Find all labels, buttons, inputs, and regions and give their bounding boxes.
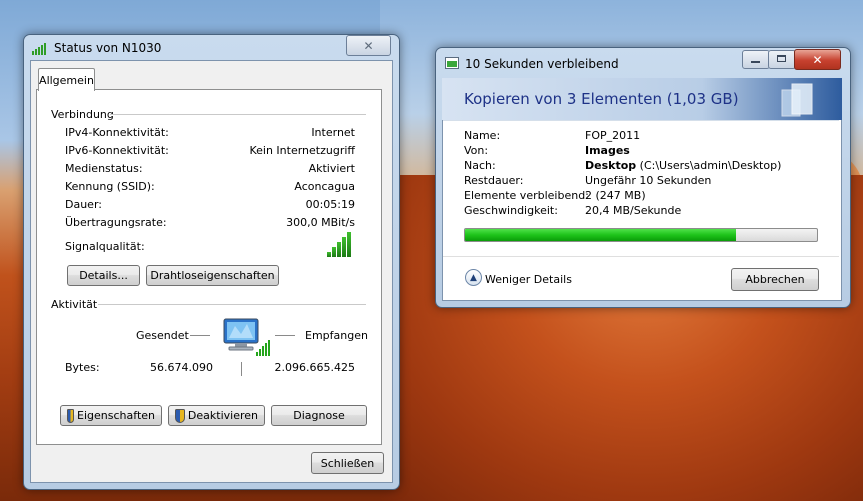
copy-icon (445, 57, 459, 69)
minimize-button[interactable] (742, 50, 770, 69)
connection-heading: Verbindung (51, 108, 114, 121)
to-value-name: Desktop (585, 159, 637, 172)
media-status-label: Medienstatus: (65, 162, 143, 175)
to-label: Nach: (464, 159, 496, 172)
network-computer-icon (221, 316, 271, 358)
ssid-label: Kennung (SSID): (65, 180, 155, 193)
deactivate-button-label: Deaktivieren (187, 409, 258, 422)
ipv4-label: IPv4-Konnektivität: (65, 126, 169, 139)
duration-label: Dauer: (65, 198, 102, 211)
sent-line (190, 335, 210, 336)
details-button[interactable]: Details... (67, 265, 140, 286)
properties-button-label: Eigenschaften (77, 409, 155, 422)
wifi-icon (32, 43, 48, 55)
copy-progress-bar (464, 228, 818, 242)
items-remaining-value: 2 (247 MB) (585, 189, 646, 202)
document-stack-icon (781, 83, 813, 117)
bytes-sent-value: 56.674.090 (150, 361, 213, 374)
signal-strength-icon (327, 232, 351, 257)
close-icon: ✕ (812, 52, 823, 67)
connection-separator (110, 114, 366, 116)
received-line (275, 335, 295, 336)
transfer-rate-value: 300,0 MBit/s (286, 216, 355, 229)
close-button[interactable]: Schließen (311, 452, 384, 474)
close-icon: ✕ (363, 38, 374, 53)
deactivate-button[interactable]: Deaktivieren (168, 405, 265, 426)
fewer-details-link[interactable]: Weniger Details (485, 273, 572, 286)
ssid-value: Aconcagua (294, 180, 355, 193)
maximize-icon (777, 55, 786, 62)
status-window-title: Status von N1030 (54, 41, 162, 55)
remaining-label: Restdauer: (464, 174, 524, 187)
activity-separator (98, 304, 366, 306)
from-value[interactable]: Images (585, 144, 630, 157)
copy-header-separator (443, 120, 839, 121)
cancel-button[interactable]: Abbrechen (731, 268, 819, 291)
received-label: Empfangen (305, 329, 368, 342)
diagnose-button[interactable]: Diagnose (271, 405, 367, 426)
copy-heading: Kopieren von 3 Elementen (1,03 GB) (464, 90, 739, 108)
uac-shield-icon (67, 408, 75, 423)
remaining-value: Ungefähr 10 Sekunden (585, 174, 712, 187)
ipv6-value: Kein Internetzugriff (249, 144, 355, 157)
from-label: Von: (464, 144, 489, 157)
ipv4-value: Internet (311, 126, 355, 139)
media-status-value: Aktiviert (308, 162, 355, 175)
activity-heading: Aktivität (51, 298, 98, 311)
bytes-received-value: 2.096.665.425 (274, 361, 355, 374)
activity-divider (241, 362, 242, 376)
copy-window-title: 10 Sekunden verbleibend (465, 57, 619, 71)
bytes-label: Bytes: (65, 361, 100, 374)
signal-quality-label: Signalqualität: (65, 240, 145, 253)
name-value: FOP_2011 (585, 129, 641, 142)
speed-label: Geschwindigkeit: (464, 204, 558, 217)
minimize-icon (751, 61, 760, 63)
copy-progress-fill (465, 229, 737, 241)
properties-button[interactable]: Eigenschaften (60, 405, 162, 426)
sent-label: Gesendet (136, 329, 189, 342)
status-close-button[interactable]: ✕ (346, 35, 391, 56)
speed-value: 20,4 MB/Sekunde (585, 204, 682, 217)
to-value[interactable]: Desktop (C:\Users\admin\Desktop) (585, 159, 781, 172)
copy-close-button[interactable]: ✕ (794, 49, 841, 70)
ipv6-label: IPv6-Konnektivität: (65, 144, 169, 157)
uac-shield-icon (175, 408, 185, 423)
status-titlebar[interactable]: Status von N1030 (24, 35, 399, 61)
transfer-rate-label: Übertragungsrate: (65, 216, 167, 229)
chevron-up-icon[interactable]: ▲ (465, 269, 482, 286)
items-remaining-label: Elemente verbleibend: (464, 189, 589, 202)
copy-footer-separator (443, 256, 839, 257)
wireless-properties-button[interactable]: Drahtloseigenschaften (146, 265, 279, 286)
name-label: Name: (464, 129, 501, 142)
tab-general[interactable]: Allgemein (38, 68, 95, 91)
maximize-button[interactable] (768, 50, 796, 69)
duration-value: 00:05:19 (305, 198, 355, 211)
to-value-path: (C:\Users\admin\Desktop) (639, 159, 782, 172)
